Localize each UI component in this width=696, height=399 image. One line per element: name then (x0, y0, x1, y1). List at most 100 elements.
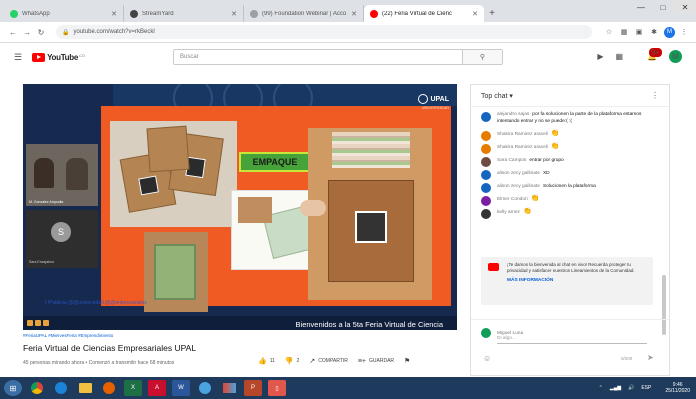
back-icon[interactable]: ← (6, 28, 20, 37)
browser-tab-youtube[interactable]: (22) Feria Virtual de Cienc ✕ (364, 5, 484, 22)
country-code: CO (79, 52, 86, 58)
tab-label: (99) Foundation Webinar | Acco (262, 10, 347, 17)
globe-icon[interactable] (196, 380, 214, 396)
browser-tab-whatsapp[interactable]: WhatsApp ✕ (4, 5, 124, 22)
forward-icon[interactable]: → (20, 28, 34, 37)
chat-message-body: kelly arnez 👏 (497, 208, 532, 216)
maximize-button[interactable]: □ (652, 0, 674, 14)
clock[interactable]: 9:46 25/11/2020 (658, 382, 690, 394)
chat-author: alison zecy gallinate (497, 171, 540, 176)
dislike-count: 2 (296, 358, 300, 364)
tab-label: WhatsApp (22, 10, 50, 17)
volume-icon[interactable]: 🔊 (628, 385, 634, 391)
chat-message-body: alison zecy gallinate XD (497, 170, 550, 177)
browser-tab-webinar[interactable]: (99) Foundation Webinar | Acco ✕ (244, 5, 364, 22)
hamburger-icon[interactable]: ☰ (14, 52, 22, 63)
minimize-button[interactable]: — (630, 0, 652, 14)
word-icon[interactable]: W (172, 380, 190, 396)
star-icon[interactable]: ☆ (603, 27, 615, 37)
photos-icon[interactable] (220, 380, 238, 396)
chrome-icon[interactable] (28, 380, 46, 396)
edge-icon[interactable] (52, 380, 70, 396)
like-button[interactable]: 👍 11 (258, 357, 275, 365)
search-box: Buscar ⚲ (173, 49, 503, 65)
chat-mode-dropdown[interactable]: Top chat ▾ (481, 92, 513, 100)
chat-user-name: Miguel Luna (497, 330, 524, 336)
chat-input[interactable]: Di algo... (497, 336, 647, 344)
person-silhouette (66, 158, 88, 190)
close-icon[interactable]: ✕ (351, 10, 357, 18)
new-tab-button[interactable]: + (484, 5, 500, 22)
save-label: GUARDAR (369, 358, 395, 364)
chat-avatar (481, 183, 491, 193)
video-title: Feria Virtual de Ciencias Empresariales … (23, 343, 197, 353)
create-video-icon[interactable]: ▶ (597, 52, 603, 61)
report-button[interactable]: ⚑ (404, 357, 413, 365)
extension-icon[interactable]: ▦ (618, 27, 630, 37)
chat-author: kelly arnez (497, 210, 520, 215)
whatsapp-icon (10, 9, 18, 18)
excel-icon[interactable]: X (124, 380, 142, 396)
chat-avatar (481, 144, 491, 154)
empaque-label: EMPAQUE (239, 152, 311, 172)
network-icon[interactable]: ▂▄▆ (610, 385, 621, 391)
chat-message: alison zecy gallinate XD (471, 167, 671, 180)
profile-avatar[interactable]: M (664, 26, 675, 38)
search-input[interactable]: Buscar (174, 54, 462, 60)
search-button[interactable]: ⚲ (462, 50, 502, 64)
share-button[interactable]: ↗ COMPARTIR (309, 357, 347, 365)
chevron-up-icon[interactable]: ⌃ (599, 385, 603, 391)
close-icon[interactable]: ✕ (472, 10, 478, 18)
video-player[interactable]: UPAL UNIVERSIDAD M. Gonzalez Ampudia S S… (23, 84, 457, 330)
url-text: youtube.com/watch?v=rkBeckl (73, 29, 155, 35)
more-info-link[interactable]: MÁS INFORMACIÓN (507, 278, 647, 284)
close-icon[interactable]: ✕ (111, 10, 117, 18)
thumbs-up-icon: 👍 (258, 358, 267, 365)
chat-author: Sara Campos (497, 158, 527, 163)
playlist-add-icon: ≡+ (357, 357, 367, 365)
reload-icon[interactable]: ↻ (34, 28, 48, 37)
browser-tab-streamyard[interactable]: StreamYard ✕ (124, 5, 244, 22)
youtube-header: ☰ YouTube CO Buscar ⚲ ▶ ▦ 🔔 9+ M (0, 44, 696, 70)
youtube-logo[interactable]: YouTube CO (32, 52, 86, 62)
banner-top-band (113, 84, 457, 118)
pdf-icon[interactable]: A (148, 380, 166, 396)
account-avatar[interactable]: M (669, 50, 682, 63)
app-icon[interactable]: ▯ (268, 380, 286, 396)
chat-message-body: alison zecy gallinate Solucionen la plata… (497, 183, 596, 190)
url-field[interactable]: 🔒 youtube.com/watch?v=rkBeckl (56, 25, 592, 39)
emoji: 👏 (550, 143, 560, 150)
menu-icon[interactable]: ⋮ (678, 27, 690, 37)
more-options-icon[interactable]: ⋮ (651, 91, 659, 100)
chat-avatar (481, 209, 491, 219)
folder-icon[interactable] (76, 380, 94, 396)
close-window-button[interactable]: ✕ (674, 0, 696, 14)
org-sub: UNIVERSIDAD (421, 105, 449, 110)
powerpoint-icon[interactable]: P (244, 380, 262, 396)
chat-message: Elmer Condori 👏 (471, 193, 671, 206)
chat-avatar (481, 131, 491, 141)
apps-icon[interactable]: ▦ (615, 52, 623, 61)
header-actions: ▶ ▦ 🔔 9+ M (585, 48, 682, 63)
extension-icon[interactable]: ▣ (633, 27, 645, 37)
start-button[interactable]: ⊞ (4, 380, 22, 396)
globe-icon (250, 9, 258, 18)
envelope-image (146, 125, 190, 173)
product-photo-package (300, 128, 432, 300)
emoji-icon[interactable]: ☺ (483, 354, 491, 363)
firefox-icon[interactable] (100, 380, 118, 396)
save-button[interactable]: ≡+ GUARDAR (358, 358, 394, 365)
close-icon[interactable]: ✕ (231, 10, 237, 18)
dislike-button[interactable]: 👎 2 (285, 357, 300, 365)
language-indicator[interactable]: ESP (641, 385, 651, 391)
send-icon[interactable]: ➤ (647, 353, 654, 362)
puzzle-icon[interactable]: ✱ (648, 27, 660, 37)
chat-author: Elmer Condori (497, 197, 528, 202)
chat-message: Shakira Ramirez araceli 👏 (471, 128, 671, 141)
hashtags[interactable]: #FeriaUPAL #MiervesFeria #Emprendimiento (23, 333, 113, 338)
chat-avatar (481, 170, 491, 180)
chat-message-body: Elmer Condori 👏 (497, 195, 539, 203)
chat-header: Top chat ▾ ⋮ (471, 85, 669, 107)
notifications-button[interactable]: 🔔 9+ (635, 48, 662, 61)
product-photo-notebook (144, 232, 208, 312)
